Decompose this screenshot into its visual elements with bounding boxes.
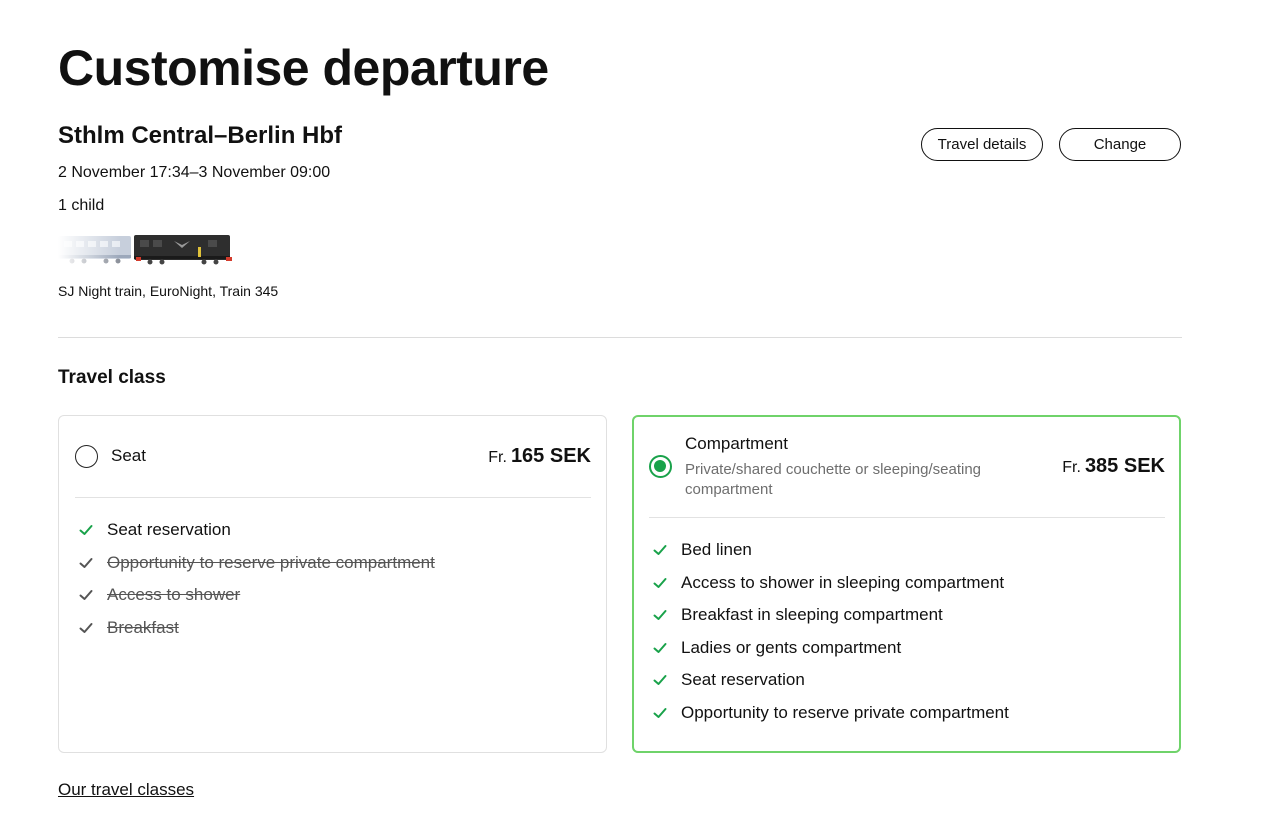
page-title: Customise departure: [58, 40, 549, 96]
feature-list: Bed linen Access to shower in sleeping c…: [653, 534, 1009, 729]
feature-label: Seat reservation: [681, 670, 805, 690]
travel-details-button[interactable]: Travel details: [921, 128, 1043, 161]
section-divider: [58, 337, 1182, 338]
feature-label: Breakfast in sleeping compartment: [681, 605, 943, 625]
travel-class-title: Travel class: [58, 367, 166, 388]
feature-label: Access to shower in sleeping compartment: [681, 572, 1005, 592]
check-icon: [653, 610, 667, 621]
feature-item: Access to shower: [79, 579, 435, 612]
check-icon: [653, 642, 667, 653]
feature-item: Access to shower in sleeping compartment: [653, 567, 1009, 600]
journey-route: Sthlm Central–Berlin Hbf: [58, 122, 343, 149]
price-amount: 165 SEK: [510, 445, 591, 467]
train-carriages-image: [58, 233, 234, 265]
feature-list: Seat reservation Opportunity to reserve …: [79, 514, 435, 644]
card-divider: [75, 497, 591, 498]
feature-label: Bed linen: [681, 540, 752, 560]
travel-class-option-compartment[interactable]: Compartment Private/shared couchette or …: [632, 415, 1181, 753]
feature-label: Opportunity to reserve private compartme…: [107, 552, 435, 572]
check-icon: [653, 707, 667, 718]
option-description: Private/shared couchette or sleeping/sea…: [685, 461, 982, 498]
check-icon: [79, 590, 93, 601]
feature-item: Opportunity to reserve private compartme…: [653, 697, 1009, 730]
journey-dates: 2 November 17:34–3 November 09:00: [58, 164, 331, 181]
feature-label: Seat reservation: [107, 520, 231, 540]
feature-label: Access to shower: [107, 585, 241, 605]
feature-label: Breakfast: [107, 617, 179, 637]
journey-passengers: 1 child: [58, 197, 105, 214]
option-name: Seat: [111, 446, 146, 465]
travel-class-option-seat[interactable]: Seat Fr. 165 SEK Seat reservation Opportu…: [58, 415, 607, 753]
option-name: Compartment: [685, 434, 788, 453]
train-name: SJ Night train, EuroNight, Train 345: [58, 283, 279, 299]
check-icon: [653, 545, 667, 556]
price-prefix: Fr.: [1062, 459, 1081, 476]
feature-item: Seat reservation: [653, 664, 1009, 697]
feature-item: Seat reservation: [79, 514, 435, 547]
our-travel-classes-link[interactable]: Our travel classes: [58, 779, 194, 801]
check-icon: [79, 525, 93, 536]
check-icon: [79, 557, 93, 568]
check-icon: [653, 675, 667, 686]
feature-label: Opportunity to reserve private compartme…: [681, 702, 1009, 722]
card-divider: [649, 517, 1165, 518]
feature-item: Opportunity to reserve private compartme…: [79, 547, 435, 580]
feature-item: Ladies or gents compartment: [653, 632, 1009, 665]
check-icon: [79, 622, 93, 633]
radio-icon[interactable]: [75, 445, 98, 468]
price-amount: 385 SEK: [1084, 455, 1165, 477]
option-price: Fr. 165 SEK: [488, 444, 591, 470]
feature-item: Breakfast in sleeping compartment: [653, 599, 1009, 632]
price-prefix: Fr.: [488, 449, 507, 466]
option-price: Fr. 385 SEK: [1062, 454, 1165, 480]
check-icon: [653, 577, 667, 588]
feature-item: Breakfast: [79, 612, 435, 645]
radio-selected-icon[interactable]: [649, 455, 672, 478]
change-button[interactable]: Change: [1059, 128, 1181, 161]
feature-label: Ladies or gents compartment: [681, 637, 902, 657]
feature-item: Bed linen: [653, 534, 1009, 567]
